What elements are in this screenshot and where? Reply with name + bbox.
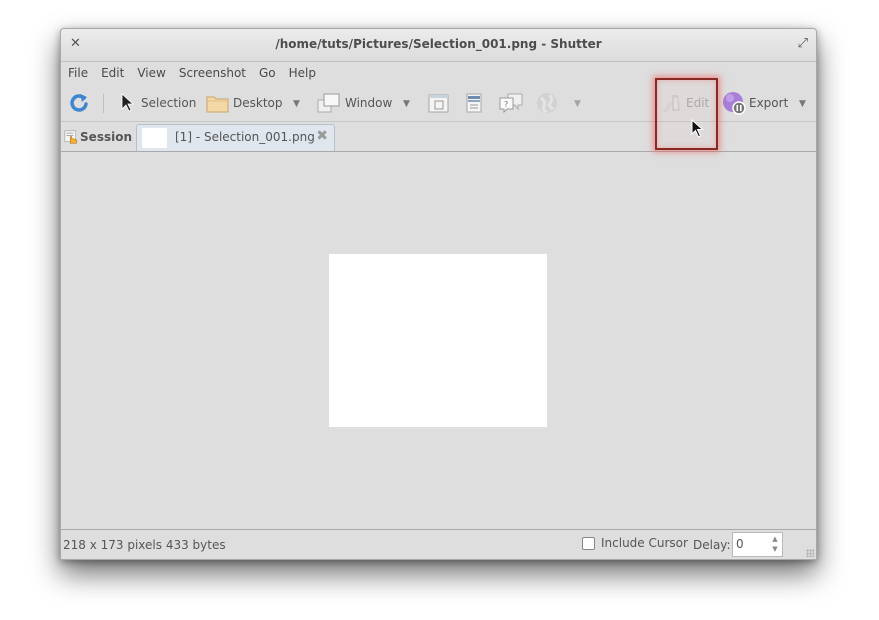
export-button[interactable]: Export	[722, 92, 789, 115]
refresh-button[interactable]	[68, 92, 90, 114]
selection-label: Selection	[141, 96, 197, 110]
maximize-button[interactable]: ⤢	[798, 36, 808, 51]
tab-selection-001[interactable]: [1] - Selection_001.png ✖	[136, 124, 335, 151]
web-icon	[537, 93, 557, 114]
spin-down-icon[interactable]: ▼	[770, 544, 780, 554]
menu-capture-icon	[466, 93, 482, 113]
section-icon	[428, 94, 449, 112]
selection-button[interactable]: Selection	[119, 92, 196, 114]
tooltip-capture-button[interactable]: ?	[499, 92, 523, 114]
window-title: /home/tuts/Pictures/Selection_001.png - …	[275, 37, 602, 51]
section-button[interactable]	[428, 92, 449, 114]
refresh-icon	[70, 94, 88, 112]
tooltip-icon: ?	[499, 93, 523, 113]
include-cursor-label: Include Cursor	[601, 536, 688, 550]
export-icon	[723, 92, 746, 115]
menu-edit[interactable]: Edit	[101, 66, 124, 80]
tab-thumbnail	[142, 128, 167, 148]
web-capture-button[interactable]	[536, 92, 558, 114]
image-view	[61, 152, 816, 530]
delay-label: Delay:	[693, 538, 731, 552]
menu-view[interactable]: View	[137, 66, 165, 80]
pointer-icon	[121, 93, 135, 112]
menu-help[interactable]: Help	[289, 66, 316, 80]
menu-screenshot[interactable]: Screenshot	[179, 66, 246, 80]
image-info: 218 x 173 pixels 433 bytes	[63, 538, 226, 552]
folder-icon	[206, 96, 229, 113]
tab-session[interactable]: Session	[64, 125, 132, 149]
tab-label: [1] - Selection_001.png	[175, 130, 315, 144]
session-label: Session	[80, 130, 132, 144]
export-dropdown-arrow[interactable]: ▼	[799, 99, 806, 109]
delay-spin-buttons[interactable]: ▲ ▼	[770, 534, 780, 554]
window-label: Window	[345, 96, 393, 110]
include-cursor-checkbox[interactable]	[582, 536, 595, 550]
close-tab-icon[interactable]: ✖	[316, 128, 328, 144]
menu-go[interactable]: Go	[259, 66, 276, 80]
edit-highlight-box	[655, 78, 718, 150]
svg-text:?: ?	[504, 100, 508, 109]
screenshot-preview	[329, 254, 547, 427]
desktop-dropdown-arrow[interactable]: ▼	[293, 99, 300, 109]
delay-spinbox[interactable]: ▲ ▼	[732, 532, 783, 557]
web-dropdown-arrow[interactable]: ▼	[574, 99, 581, 109]
delay-input[interactable]	[736, 537, 766, 551]
export-label: Export	[749, 96, 789, 110]
window-icon	[317, 93, 340, 113]
window-dropdown-arrow[interactable]: ▼	[403, 99, 410, 109]
toolbar-separator	[103, 94, 104, 113]
include-cursor-toggle[interactable]: Include Cursor	[582, 536, 688, 550]
status-bar: 218 x 173 pixels 433 bytes Include Curso…	[61, 531, 816, 559]
resize-grip[interactable]	[806, 549, 814, 557]
window-button[interactable]: Window	[317, 92, 392, 114]
desktop-button[interactable]: Desktop	[206, 92, 283, 114]
session-hand-icon	[64, 130, 78, 144]
spin-up-icon[interactable]: ▲	[770, 534, 780, 544]
menu-capture-button[interactable]	[466, 92, 482, 114]
mouse-cursor-icon	[691, 119, 704, 138]
desktop-label: Desktop	[233, 96, 283, 110]
menu-file[interactable]: File	[68, 66, 88, 80]
title-bar: ✕ /home/tuts/Pictures/Selection_001.png …	[61, 29, 816, 62]
